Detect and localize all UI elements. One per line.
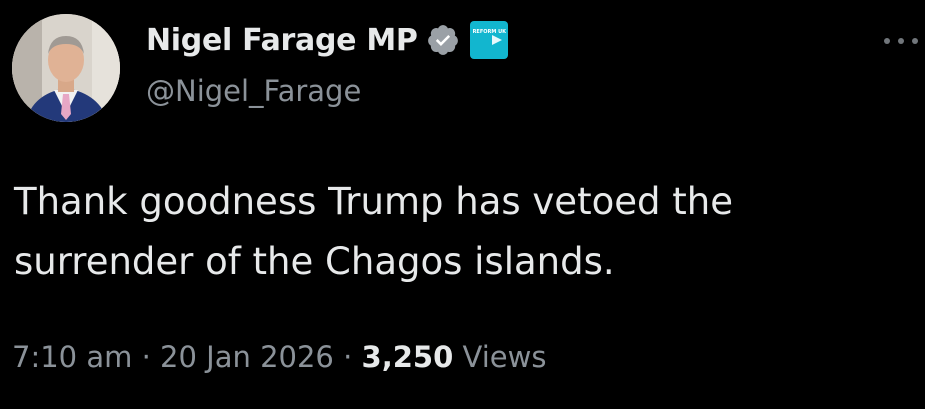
avatar[interactable] [12, 14, 120, 122]
meta-separator: · [132, 340, 161, 374]
more-options-icon[interactable] [884, 36, 918, 46]
affiliate-badge-icon[interactable]: REFORM UK [469, 21, 508, 59]
views-count: 3,250 [361, 340, 454, 374]
verified-badge-icon[interactable] [426, 23, 460, 57]
tweet-meta: 7:10 am · 20 Jan 2026 · 3,250 Views [12, 340, 546, 374]
tweet-date[interactable]: 20 Jan 2026 [160, 340, 334, 374]
author-handle[interactable]: @Nigel_Farage [146, 74, 361, 108]
tweet-card: Nigel Farage MP REFORM UK @Nigel_Farage … [0, 0, 925, 409]
avatar-image [12, 14, 120, 122]
author-display-name[interactable]: Nigel Farage MP [146, 23, 418, 58]
author-name-row: Nigel Farage MP REFORM UK [146, 18, 508, 62]
tweet-text-line: surrender of the Chagos islands. [14, 240, 615, 283]
tweet-text: Thank goodness Trump has vetoed the surr… [14, 172, 904, 292]
tweet-time[interactable]: 7:10 am [12, 340, 132, 374]
views-label: Views [462, 340, 547, 374]
tweet-text-line: Thank goodness Trump has vetoed the [14, 180, 733, 223]
meta-separator: · [333, 340, 362, 374]
